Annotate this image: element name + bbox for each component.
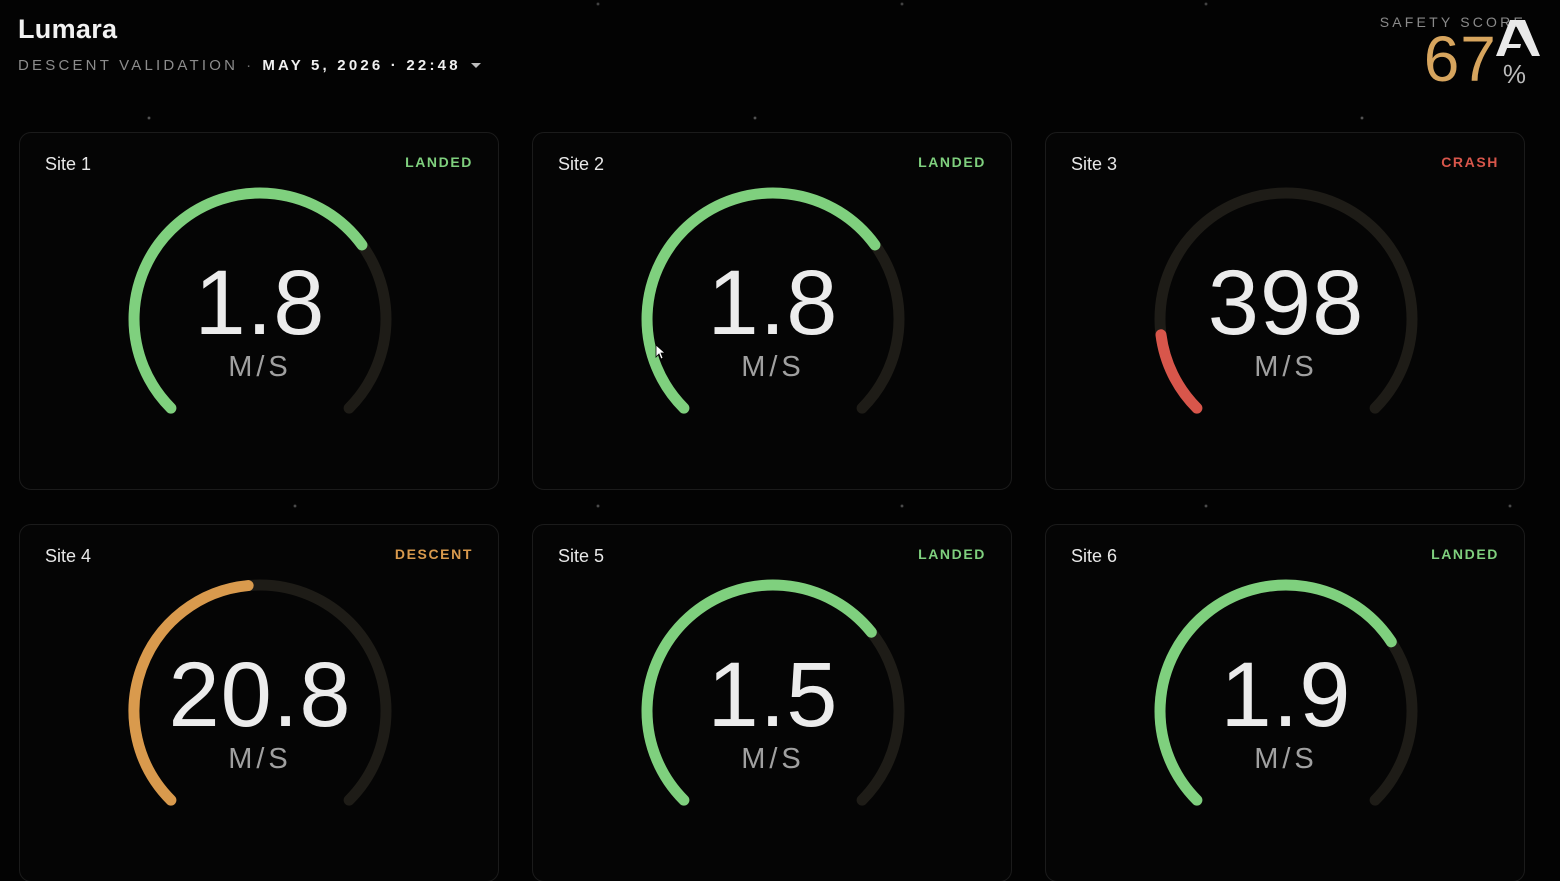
mouse-cursor-icon [655, 344, 667, 360]
status-badge: LANDED [918, 546, 986, 562]
status-badge: LANDED [1431, 546, 1499, 562]
velocity-unit: M/S [1254, 351, 1318, 383]
app-title: Lumara [18, 14, 118, 44]
site-card[interactable]: Site 6 LANDED 1.9 M/S [1045, 524, 1525, 881]
header: Lumara DESCENT VALIDATION · MAY 5, 2026 … [18, 14, 481, 74]
site-title: Site 6 [1071, 546, 1118, 566]
chevron-down-icon[interactable] [470, 63, 481, 68]
velocity-unit: M/S [741, 743, 805, 775]
date-value: MAY 5, 2026 · 22:48 [262, 57, 461, 74]
site-card[interactable]: Site 2 LANDED 1.8 M/S [532, 132, 1012, 490]
site-card[interactable]: Site 1 LANDED 1.8 M/S [19, 132, 499, 490]
safety-score-value: 67 [1423, 23, 1497, 95]
status-badge: LANDED [405, 154, 473, 170]
site-title: Site 4 [45, 546, 92, 566]
velocity-value: 20.8 [168, 644, 352, 746]
subheader-separator: · [246, 57, 255, 74]
safety-score-unit: % [1502, 59, 1526, 89]
velocity-unit: M/S [228, 351, 292, 383]
subheader: DESCENT VALIDATION · MAY 5, 2026 · 22:48 [18, 57, 481, 74]
site-title: Site 2 [558, 154, 605, 174]
velocity-unit: M/S [1254, 743, 1318, 775]
status-badge: DESCENT [394, 546, 473, 562]
velocity-value: 1.9 [1220, 644, 1352, 746]
velocity-value: 1.5 [707, 644, 839, 746]
site-card[interactable]: Site 3 CRASH 398 M/S [1045, 132, 1525, 490]
status-badge: CRASH [1441, 154, 1499, 170]
site-title: Site 3 [1071, 154, 1118, 174]
page-subtitle: DESCENT VALIDATION [18, 57, 239, 74]
velocity-value: 1.8 [194, 252, 326, 354]
status-badge: LANDED [918, 154, 986, 170]
velocity-unit: M/S [228, 743, 292, 775]
site-title: Site 5 [558, 546, 605, 566]
site-card[interactable]: Site 5 LANDED 1.5 M/S [532, 524, 1012, 881]
site-card[interactable]: Site 4 DESCENT 20.8 M/S [19, 524, 499, 881]
velocity-value: 1.8 [707, 252, 839, 354]
velocity-unit: M/S [741, 351, 805, 383]
date-selector[interactable]: MAY 5, 2026 · 22:48 [262, 57, 481, 74]
site-title: Site 1 [45, 154, 92, 174]
anthropic-logo-icon [1496, 20, 1540, 56]
velocity-value: 398 [1207, 252, 1365, 354]
